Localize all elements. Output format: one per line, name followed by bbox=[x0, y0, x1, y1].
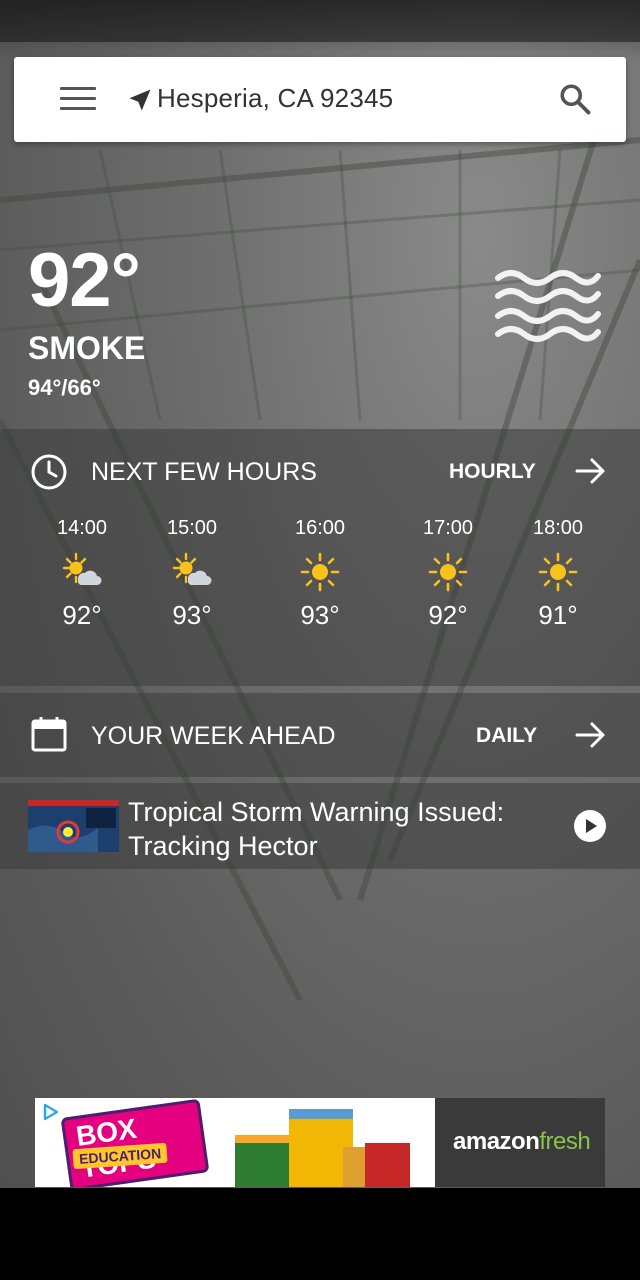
week-title: YOUR WEEK AHEAD bbox=[91, 722, 336, 750]
hourly-link[interactable]: HOURLY bbox=[449, 460, 536, 484]
daily-link[interactable]: DAILY bbox=[476, 724, 537, 748]
partly-sunny-icon bbox=[172, 552, 212, 585]
clock-icon bbox=[31, 454, 67, 490]
sunny-icon bbox=[538, 552, 578, 592]
amazon-text: amazon bbox=[453, 1128, 540, 1155]
location-search-bar[interactable]: Hesperia, CA 92345 bbox=[14, 57, 626, 142]
hour-time: 18:00 bbox=[532, 517, 584, 539]
news-thumbnail[interactable] bbox=[28, 800, 119, 852]
play-icon[interactable] bbox=[573, 809, 607, 843]
current-condition: SMOKE bbox=[28, 330, 146, 366]
hour-time: 15:00 bbox=[166, 517, 218, 539]
sunny-icon bbox=[300, 552, 340, 592]
hour-temp: 92° bbox=[62, 600, 102, 630]
hour-item[interactable]: 16:00 93° bbox=[270, 517, 370, 631]
sunny-icon bbox=[428, 552, 468, 592]
ad-banner[interactable]: BOX TOPS EDUCATION amazonfresh bbox=[35, 1098, 605, 1187]
hour-temp: 92° bbox=[428, 600, 468, 630]
week-ahead-panel[interactable]: YOUR WEEK AHEAD DAILY bbox=[0, 693, 640, 777]
current-conditions: 92° SMOKE 94°/66° bbox=[28, 240, 145, 401]
arrow-right-icon[interactable] bbox=[574, 718, 608, 752]
location-arrow-icon bbox=[129, 89, 151, 111]
hour-item[interactable]: 14:00 92° bbox=[32, 517, 132, 631]
cereal-box bbox=[365, 1143, 410, 1187]
news-title[interactable]: Tropical Storm Warning Issued: Tracking … bbox=[128, 795, 558, 863]
hour-time: 16:00 bbox=[294, 517, 346, 539]
hour-item[interactable]: 17:00 92° bbox=[398, 517, 498, 631]
amazon-fresh-block[interactable]: amazonfresh bbox=[435, 1098, 605, 1187]
box-tops-text: BOX TOPS bbox=[60, 1098, 210, 1187]
hourly-forecast-panel[interactable]: NEXT FEW HOURS HOURLY 14:00 92° 15:00 93… bbox=[0, 429, 640, 686]
calendar-icon bbox=[31, 717, 67, 752]
high-low-temperature: 94°/66° bbox=[28, 375, 101, 400]
navigation-bar bbox=[0, 1188, 640, 1280]
news-video-item[interactable]: Tropical Storm Warning Issued: Tracking … bbox=[0, 783, 640, 869]
hour-temp: 93° bbox=[172, 600, 212, 630]
status-bar bbox=[0, 0, 640, 42]
current-temperature: 92° bbox=[28, 238, 141, 323]
hamburger-menu-icon[interactable] bbox=[60, 87, 96, 113]
amazon-fresh-logo: amazonfresh bbox=[453, 1128, 591, 1156]
hourly-title: NEXT FEW HOURS bbox=[91, 458, 317, 486]
hour-time: 14:00 bbox=[56, 517, 108, 539]
arrow-right-icon[interactable] bbox=[574, 454, 608, 488]
fresh-text: fresh bbox=[539, 1128, 591, 1155]
hour-temp: 93° bbox=[300, 600, 340, 630]
ad-product-image[interactable]: BOX TOPS EDUCATION bbox=[35, 1098, 435, 1187]
hour-time: 17:00 bbox=[422, 517, 474, 539]
hour-item[interactable]: 15:00 93° bbox=[142, 517, 242, 631]
hour-item[interactable]: 18:00 91° bbox=[508, 517, 608, 631]
search-icon[interactable] bbox=[557, 81, 593, 117]
cereal-box bbox=[235, 1135, 293, 1187]
hour-temp: 91° bbox=[538, 600, 578, 630]
box-tops-logo: BOX TOPS EDUCATION bbox=[60, 1098, 210, 1187]
hourly-header[interactable]: NEXT FEW HOURS HOURLY bbox=[0, 429, 640, 515]
smoke-waves-icon bbox=[495, 270, 601, 342]
location-text[interactable]: Hesperia, CA 92345 bbox=[157, 83, 393, 114]
partly-sunny-icon bbox=[62, 552, 102, 585]
ad-choices-icon[interactable] bbox=[41, 1102, 61, 1122]
